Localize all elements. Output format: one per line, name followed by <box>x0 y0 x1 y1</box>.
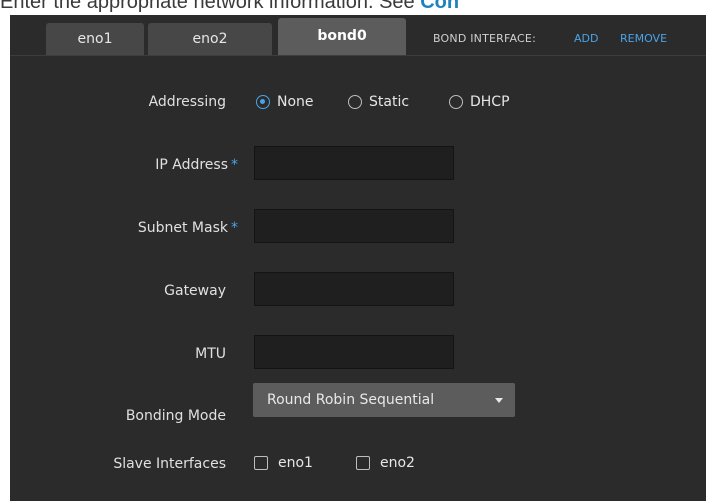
mtu-field[interactable] <box>254 335 454 369</box>
mtu-label: MTU <box>195 346 226 362</box>
checkbox-label: eno1 <box>278 455 313 471</box>
subnet-mask-field[interactable] <box>254 209 454 243</box>
addressing-static-radio[interactable]: Static <box>348 94 409 110</box>
intro-link[interactable]: Con <box>420 0 459 13</box>
gateway-field[interactable] <box>254 272 454 306</box>
radio-empty-icon <box>449 95 463 109</box>
radio-label: None <box>277 94 314 110</box>
intro-text: Enter the appropriate network informatio… <box>0 0 459 15</box>
radio-selected-icon <box>256 95 270 109</box>
bonding-mode-value: Round Robin Sequential <box>267 392 435 408</box>
radio-label: DHCP <box>470 94 510 110</box>
tab-eno2[interactable]: eno2 <box>148 23 272 55</box>
checkbox-label: eno2 <box>380 455 415 471</box>
addressing-none-radio[interactable]: None <box>256 94 314 110</box>
tab-bond0[interactable]: bond0 <box>278 18 406 55</box>
chevron-down-icon <box>495 398 503 403</box>
required-marker: * <box>231 220 238 236</box>
bond-interface-label: BOND INTERFACE: <box>433 32 536 45</box>
network-panel: eno1 eno2 bond0 BOND INTERFACE: ADD REMO… <box>10 15 706 501</box>
bonding-mode-label: Bonding Mode <box>125 408 226 424</box>
intro-text-body: Enter the appropriate network informatio… <box>0 0 421 13</box>
bond-add-link[interactable]: ADD <box>574 23 598 55</box>
subnet-mask-label: Subnet Mask * <box>138 220 238 236</box>
ip-address-label-text: IP Address <box>155 157 228 173</box>
radio-empty-icon <box>348 95 362 109</box>
slave-eno1-checkbox[interactable]: eno1 <box>254 455 313 471</box>
checkbox-icon <box>356 456 370 470</box>
addressing-label: Addressing <box>148 94 226 110</box>
tab-eno1[interactable]: eno1 <box>46 23 144 55</box>
bond-remove-link[interactable]: REMOVE <box>620 23 667 55</box>
checkbox-icon <box>254 456 268 470</box>
gateway-label: Gateway <box>164 283 226 299</box>
required-marker: * <box>231 157 238 173</box>
addressing-dhcp-radio[interactable]: DHCP <box>449 94 510 110</box>
slave-eno2-checkbox[interactable]: eno2 <box>356 455 415 471</box>
ip-address-label: IP Address * <box>155 157 238 173</box>
slave-interfaces-label: Slave Interfaces <box>113 456 226 472</box>
radio-label: Static <box>369 94 410 110</box>
tab-divider <box>10 55 706 56</box>
bonding-mode-select[interactable]: Round Robin Sequential <box>253 383 515 417</box>
ip-address-field[interactable] <box>254 146 454 180</box>
subnet-mask-label-text: Subnet Mask <box>137 220 228 236</box>
